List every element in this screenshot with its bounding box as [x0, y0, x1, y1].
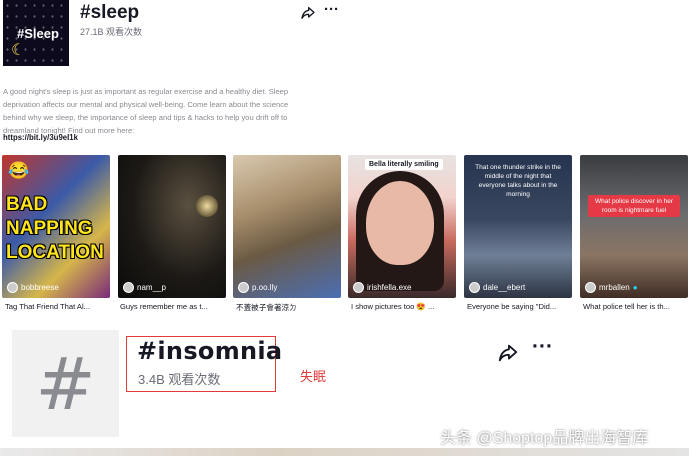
username: bobbreese: [21, 283, 59, 292]
annotation-note: 失眠: [300, 369, 327, 384]
hashtag-title: #sleep: [80, 2, 140, 23]
more-options-icon[interactable]: ···: [324, 2, 339, 17]
cover-text: #Sleep: [17, 26, 59, 41]
video-caption[interactable]: Everyone be saying "Did...: [467, 302, 573, 311]
video-overlay-text: That one thunder strike in the middle of…: [475, 164, 561, 198]
face-decoration: [366, 181, 434, 265]
sleep-cover-image[interactable]: #Sleep ☾: [3, 0, 69, 66]
username: dale__ebert: [483, 283, 526, 292]
video-card[interactable]: What police discover in her room is nigh…: [580, 155, 688, 298]
username: irishfella.exe: [367, 283, 412, 292]
username: p.oo.lly: [252, 283, 278, 292]
avatar: [123, 282, 134, 293]
avatar: [7, 282, 18, 293]
more-options-icon[interactable]: ···: [532, 336, 553, 357]
avatar: [238, 282, 249, 293]
video-user[interactable]: dale__ebert: [469, 282, 525, 293]
next-row-preview: [0, 448, 689, 456]
video-card[interactable]: p.oo.lly: [233, 155, 341, 298]
video-caption[interactable]: Guys remember me as t...: [120, 302, 226, 311]
hashtag-description: A good night's sleep is just as importan…: [3, 87, 289, 135]
video-overlay-text: Bella literally smiling: [365, 159, 443, 170]
video-overlay-text: What police discover in her room is nigh…: [588, 195, 680, 217]
share-icon[interactable]: [300, 5, 316, 21]
video-user[interactable]: p.oo.lly: [238, 282, 277, 293]
insomnia-title: #insomnia: [137, 337, 283, 365]
video-user[interactable]: mrballen ●: [585, 282, 638, 293]
username: nam__p: [137, 283, 166, 292]
video-card[interactable]: nam__p: [118, 155, 226, 298]
video-caption[interactable]: I show pictures too 😍 ...: [351, 302, 457, 311]
share-icon[interactable]: [497, 342, 519, 364]
description-link[interactable]: https://bit.ly/3u9eI1k: [3, 133, 78, 142]
laughing-emoji-icon: 😂: [8, 161, 30, 180]
hashtag-views: 27.1B 观看次数: [80, 27, 143, 37]
video-user[interactable]: irishfella.exe: [353, 282, 411, 293]
avatar: [585, 282, 596, 293]
insomnia-cover-image[interactable]: #: [12, 330, 119, 437]
avatar: [353, 282, 364, 293]
video-user[interactable]: bobbreese: [7, 282, 59, 293]
verified-icon: ●: [632, 283, 638, 292]
video-caption[interactable]: 不蓋被子會著涼ㄉ: [236, 302, 342, 313]
moon-icon: ☾: [11, 42, 26, 59]
username: mrballen: [599, 283, 630, 292]
avatar: [469, 282, 480, 293]
video-user[interactable]: nam__p: [123, 282, 166, 293]
video-caption[interactable]: Tag That Friend That Al...: [5, 302, 111, 311]
hashtag-icon: #: [35, 341, 96, 426]
video-caption[interactable]: What police tell her is th...: [583, 302, 689, 311]
video-overlay-text: BAD NAPPING LOCATION: [6, 194, 104, 263]
watermark: 头条 @Shoptop品牌出海智库: [440, 430, 649, 447]
insomnia-views: 3.4B 观看次数: [138, 372, 221, 387]
lamp-light-decoration: [196, 195, 218, 217]
video-card[interactable]: That one thunder strike in the middle of…: [464, 155, 572, 298]
video-card[interactable]: Bella literally smiling irishfella.exe: [348, 155, 456, 298]
video-card[interactable]: 😂 BAD NAPPING LOCATION bobbreese: [2, 155, 110, 298]
